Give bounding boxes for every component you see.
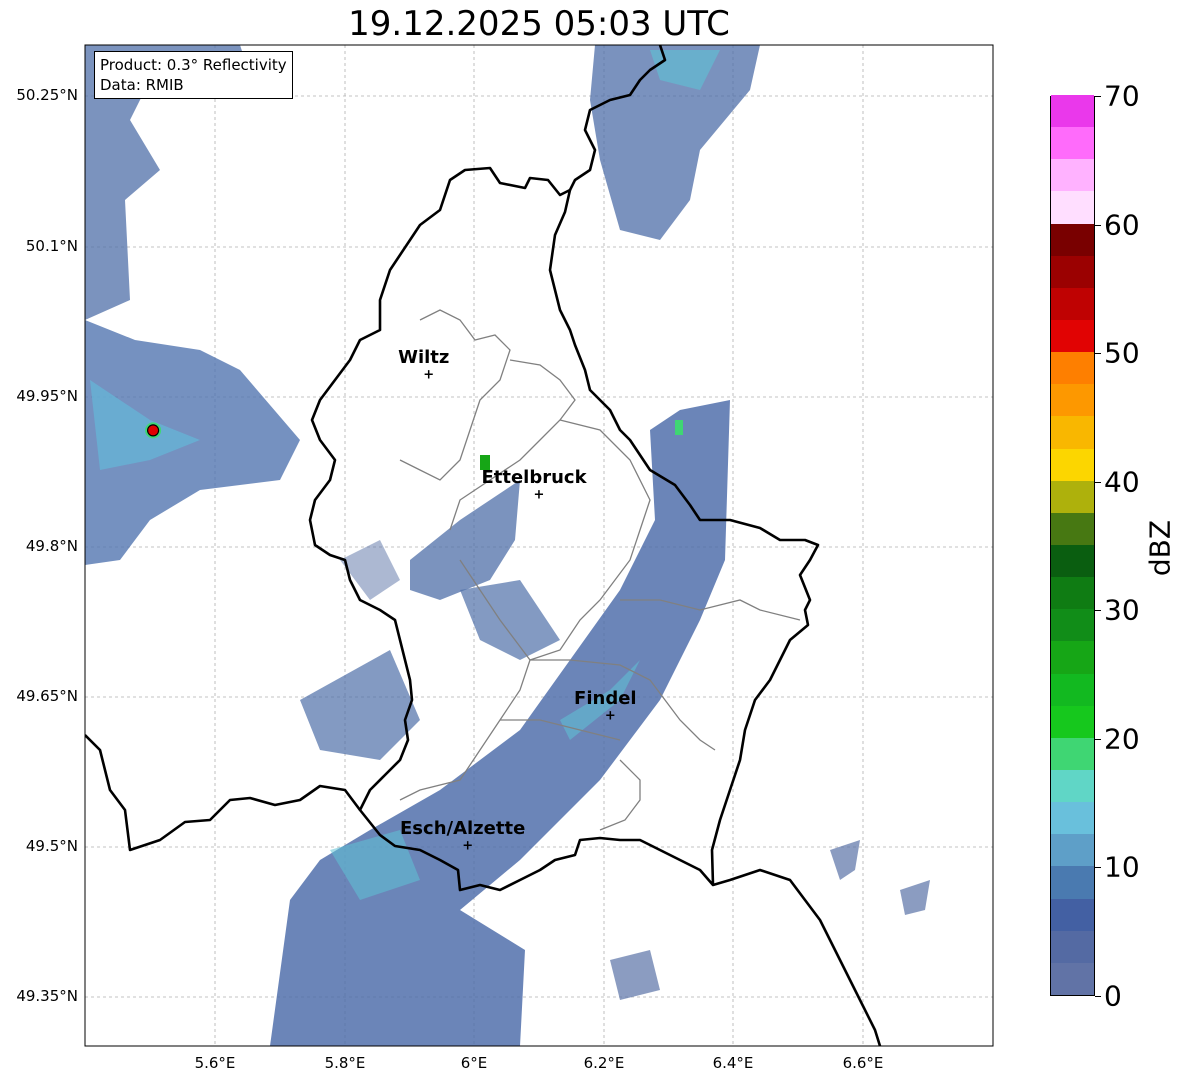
colorbar-label: dBZ: [1143, 519, 1177, 577]
city-marker-ettelbruck: +: [533, 487, 545, 503]
lon-tick-label: 6.4°E: [712, 1054, 754, 1072]
colorbar-segment: [1051, 127, 1094, 160]
colorbar-segment: [1051, 159, 1094, 192]
colorbar-segment: [1051, 545, 1094, 578]
colorbar-segment: [1051, 673, 1094, 706]
radar-site-marker: [145, 422, 162, 439]
colorbar-tick-mark: [1095, 96, 1101, 97]
colorbar-tick-label: 0: [1104, 979, 1122, 1013]
colorbar-segment: [1051, 480, 1094, 513]
city-label-esch-alzette: Esch/Alzette: [400, 817, 526, 839]
colorbar-segment: [1051, 802, 1094, 835]
city-marker-wiltz: +: [423, 367, 435, 383]
colorbar-segment: [1051, 384, 1094, 417]
colorbar-segment: [1051, 448, 1094, 481]
colorbar-segment: [1051, 512, 1094, 545]
colorbar-tick-label: 40: [1104, 465, 1140, 499]
colorbar-tick-mark: [1095, 996, 1101, 997]
colorbar-segment: [1051, 191, 1094, 224]
colorbar-segment: [1051, 705, 1094, 738]
colorbar-segment: [1051, 898, 1094, 931]
colorbar-segment: [1051, 255, 1094, 288]
colorbar-segment: [1051, 962, 1094, 995]
colorbar-segment: [1051, 416, 1094, 449]
lat-tick-label: 49.65°N: [16, 687, 78, 705]
lat-tick-label: 49.8°N: [25, 537, 78, 555]
colorbar-tick-mark: [1095, 481, 1101, 483]
colorbar-segment: [1051, 866, 1094, 899]
colorbar-tick-mark: [1095, 610, 1101, 612]
colorbar-segment: [1051, 95, 1094, 128]
colorbar: [1050, 95, 1095, 996]
lon-tick-label: 5.8°E: [324, 1054, 366, 1072]
radar-map: [84, 44, 994, 1047]
lon-tick-label: 6.6°E: [842, 1054, 884, 1072]
colorbar-tick-label: 20: [1104, 722, 1140, 756]
colorbar-segment: [1051, 737, 1094, 770]
lat-tick-label: 50.1°N: [25, 237, 78, 255]
lat-tick-label: 49.5°N: [25, 837, 78, 855]
colorbar-tick-label: 50: [1104, 336, 1140, 370]
colorbar-tick-mark: [1095, 867, 1101, 869]
colorbar-segment: [1051, 770, 1094, 803]
colorbar-segment: [1051, 352, 1094, 385]
city-label-findel: Findel: [574, 687, 637, 709]
colorbar-segment: [1051, 930, 1094, 963]
colorbar-segment: [1051, 641, 1094, 674]
colorbar-tick-mark: [1095, 738, 1101, 740]
colorbar-tick-mark: [1095, 224, 1101, 226]
colorbar-segment: [1051, 320, 1094, 353]
data-source-label: Data: RMIB: [100, 76, 184, 94]
colorbar-segment: [1051, 223, 1094, 256]
lon-tick-label: 6°E: [460, 1054, 488, 1072]
colorbar-tick-mark: [1095, 353, 1101, 355]
lat-tick-label: 49.95°N: [16, 387, 78, 405]
colorbar-segment: [1051, 577, 1094, 610]
product-label: Product: 0.3° Reflectivity: [100, 56, 287, 74]
map-title: 19.12.2025 05:03 UTC: [348, 4, 730, 44]
city-marker-findel: +: [604, 708, 616, 724]
colorbar-segment: [1051, 834, 1094, 867]
colorbar-segment: [1051, 609, 1094, 642]
colorbar-tick-label: 30: [1104, 593, 1140, 627]
city-label-wiltz: Wiltz: [398, 347, 450, 369]
lon-tick-label: 5.6°E: [194, 1054, 236, 1072]
colorbar-tick-label: 70: [1104, 79, 1140, 113]
lat-tick-label: 49.35°N: [16, 987, 78, 1005]
colorbar-tick-label: 60: [1104, 208, 1140, 242]
colorbar-segment: [1051, 287, 1094, 320]
info-box: Product: 0.3° Reflectivity Data: RMIB: [94, 51, 293, 99]
city-label-ettelbruck: Ettelbruck: [481, 467, 587, 489]
colorbar-tick-label: 10: [1104, 850, 1140, 884]
lat-tick-label: 50.25°N: [16, 86, 78, 104]
lon-tick-label: 6.2°E: [583, 1054, 625, 1072]
city-marker-esch-alzette: +: [462, 838, 474, 854]
